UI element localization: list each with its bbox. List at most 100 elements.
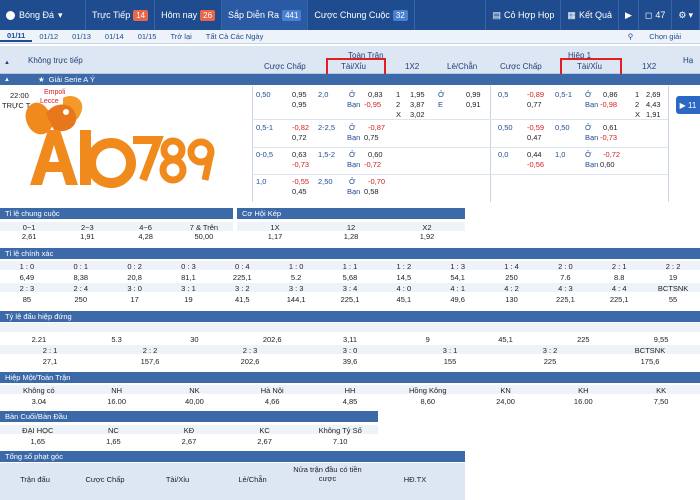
odds-hcv1[interactable]: -0,55 — [292, 177, 309, 186]
odds-h1o2[interactable]: 0,60 — [600, 160, 615, 169]
odds-h1v2[interactable]: 0,77 — [527, 100, 542, 109]
chung-cuoc-value[interactable]: 4,28 — [117, 232, 175, 241]
odds-h1o1[interactable]: 0,86 — [603, 90, 618, 99]
odds-h1v2[interactable]: -0,56 — [527, 160, 544, 169]
hiep-mot-value[interactable]: 3.04 — [0, 397, 78, 406]
chinh-xac-r1-value[interactable]: 19 — [646, 273, 700, 282]
hiep-dau-r1v-value[interactable]: 225 — [544, 335, 622, 344]
chinh-xac-r2-value[interactable]: 17 — [108, 295, 162, 304]
hiep-dau-r1v-value[interactable]: 45,1 — [467, 335, 545, 344]
chinh-xac-r1-value[interactable]: 5.2 — [269, 273, 323, 282]
ban-cuoi-value[interactable]: 2,67 — [151, 437, 227, 446]
chinh-xac-r2-value[interactable]: 85 — [0, 295, 54, 304]
chinh-xac-r2-value[interactable]: 41,5 — [215, 295, 269, 304]
collapse-icon[interactable]: ▲ — [4, 60, 10, 66]
league-chooser[interactable]: ⚲ Chọn giải — [614, 32, 700, 41]
sport-selector[interactable]: Bóng Đá ▾ — [0, 0, 86, 30]
hiep-dau-r2-value[interactable]: 175,6 — [600, 357, 700, 366]
odds-ouv2[interactable]: 0,75 — [364, 133, 379, 142]
date-tab-3[interactable]: 01/14 — [98, 32, 131, 41]
odds-hcv2[interactable]: 0,72 — [292, 133, 307, 142]
odds-ouv2[interactable]: 0,58 — [364, 187, 379, 196]
chinh-xac-r2-value[interactable]: 45,1 — [377, 295, 431, 304]
chinh-xac-r2-value[interactable]: 225,1 — [323, 295, 377, 304]
chinh-xac-r2-value[interactable]: 225,1 — [592, 295, 646, 304]
chinh-xac-r1-value[interactable]: 8,38 — [54, 273, 108, 282]
odds-hcv2[interactable]: 0,45 — [292, 187, 307, 196]
hiep-dau-r1v-value[interactable]: 9 — [389, 335, 467, 344]
odds-h1o2[interactable]: -0,73 — [600, 133, 617, 142]
hiep-dau-r1v-value[interactable]: 5.3 — [78, 335, 156, 344]
chinh-xac-r1-value[interactable]: 250 — [485, 273, 539, 282]
chung-cuoc-value[interactable]: 2,61 — [0, 232, 58, 241]
odds-ouv2[interactable]: -0,72 — [364, 160, 381, 169]
chinh-xac-r2-value[interactable]: 19 — [162, 295, 216, 304]
odds-ouv2[interactable]: -0,95 — [364, 100, 381, 109]
hiep-mot-value[interactable]: 40,00 — [156, 397, 234, 406]
hiep-mot-value[interactable]: 24,00 — [467, 397, 545, 406]
hiep-dau-r1v-value[interactable]: 9,55 — [622, 335, 700, 344]
star-icon[interactable]: ★ — [38, 75, 45, 84]
chinh-xac-r1-value[interactable]: 8.8 — [592, 273, 646, 282]
ban-cuoi-value[interactable]: 2,67 — [227, 437, 303, 446]
co-hoi-kep-value[interactable]: 1,28 — [313, 232, 389, 241]
odds-ouv1[interactable]: 0,60 — [368, 150, 383, 159]
hiep-dau-r1v-value[interactable]: 2.21 — [0, 335, 78, 344]
odds-h1v2[interactable]: 0,47 — [527, 133, 542, 142]
date-tab-0[interactable]: 01/11 — [0, 31, 33, 42]
hiep-dau-r2-value[interactable]: 157,6 — [100, 357, 200, 366]
chinh-xac-r1-value[interactable]: 81,1 — [162, 273, 216, 282]
tab-live[interactable]: Trực Tiếp 14 — [86, 0, 156, 30]
date-tab-2[interactable]: 01/13 — [65, 32, 98, 41]
date-tab-all[interactable]: Tất Cả Các Ngày — [199, 32, 271, 41]
hiep-mot-value[interactable]: 7,50 — [622, 397, 700, 406]
date-tab-4[interactable]: 01/15 — [131, 32, 164, 41]
odds-h1o1[interactable]: -0,72 — [603, 150, 620, 159]
chinh-xac-r1-value[interactable]: 6,49 — [0, 273, 54, 282]
ban-cuoi-value[interactable]: 7.10 — [302, 437, 378, 446]
hiep-dau-r2-value[interactable]: 225 — [500, 357, 600, 366]
co-hoi-kep-value[interactable]: 1,17 — [237, 232, 313, 241]
chinh-xac-r1-value[interactable]: 20,8 — [108, 273, 162, 282]
chinh-xac-r1-value[interactable]: 54,1 — [431, 273, 485, 282]
hiep-dau-r2-value[interactable]: 202,6 — [200, 357, 300, 366]
odds-h1o1[interactable]: 0,61 — [603, 123, 618, 132]
ban-cuoi-value[interactable]: 1,65 — [76, 437, 152, 446]
settings-button[interactable]: ⚙ ▾ — [672, 0, 700, 30]
hiep-dau-r1v-value[interactable]: 3,11 — [311, 335, 389, 344]
odds-hcv1[interactable]: 0,95 — [292, 90, 307, 99]
chinh-xac-r2-value[interactable]: 49,6 — [431, 295, 485, 304]
hiep-dau-r2-value[interactable]: 39,6 — [300, 357, 400, 366]
co-hoi-kep-value[interactable]: 1,92 — [389, 232, 465, 241]
tab-final[interactable]: Cược Chung Cuộc 32 — [308, 0, 415, 30]
chinh-xac-r1-value[interactable]: 7.6 — [538, 273, 592, 282]
date-tab-1[interactable]: 01/12 — [32, 32, 65, 41]
odds-ouv1[interactable]: 0,83 — [368, 90, 383, 99]
tab-upcoming[interactable]: Sắp Diễn Ra 441 — [222, 0, 309, 30]
odds-h1v1[interactable]: -0,89 — [527, 90, 544, 99]
hiep-dau-r1v-value[interactable]: 202,6 — [233, 335, 311, 344]
chinh-xac-r2-value[interactable]: 250 — [54, 295, 108, 304]
chinh-xac-r1-value[interactable]: 14,5 — [377, 273, 431, 282]
chinh-xac-r1-value[interactable]: 5,68 — [323, 273, 377, 282]
hiep-dau-r2-value[interactable]: 155 — [400, 357, 500, 366]
combo-button[interactable]: ▤ Cỏ Hợp Họp — [485, 0, 562, 30]
ban-cuoi-value[interactable]: 1,65 — [0, 437, 76, 446]
odds-ouv1[interactable]: -0,70 — [368, 177, 385, 186]
chung-cuoc-value[interactable]: 1,91 — [58, 232, 116, 241]
odds-h1o2[interactable]: -0,98 — [600, 100, 617, 109]
more-markets-button[interactable]: ▶ 11 — [676, 96, 700, 114]
hiep-dau-r2-value[interactable]: 27,1 — [0, 357, 100, 366]
chinh-xac-r2-value[interactable]: 130 — [485, 295, 539, 304]
video-button[interactable]: ▶ — [619, 0, 639, 30]
odds-hcv1[interactable]: -0,82 — [292, 123, 309, 132]
tab-today[interactable]: Hôm nay 26 — [155, 0, 223, 30]
chinh-xac-r2-value[interactable]: 55 — [646, 295, 700, 304]
chinh-xac-r2-value[interactable]: 225,1 — [538, 295, 592, 304]
hiep-dau-r1v-value[interactable]: 30 — [156, 335, 234, 344]
odds-hcv2[interactable]: -0,73 — [292, 160, 309, 169]
odds-hcv1[interactable]: 0,63 — [292, 150, 307, 159]
chung-cuoc-value[interactable]: 50,00 — [175, 232, 233, 241]
odds-hcv2[interactable]: 0,95 — [292, 100, 307, 109]
hiep-mot-value[interactable]: 4,66 — [233, 397, 311, 406]
